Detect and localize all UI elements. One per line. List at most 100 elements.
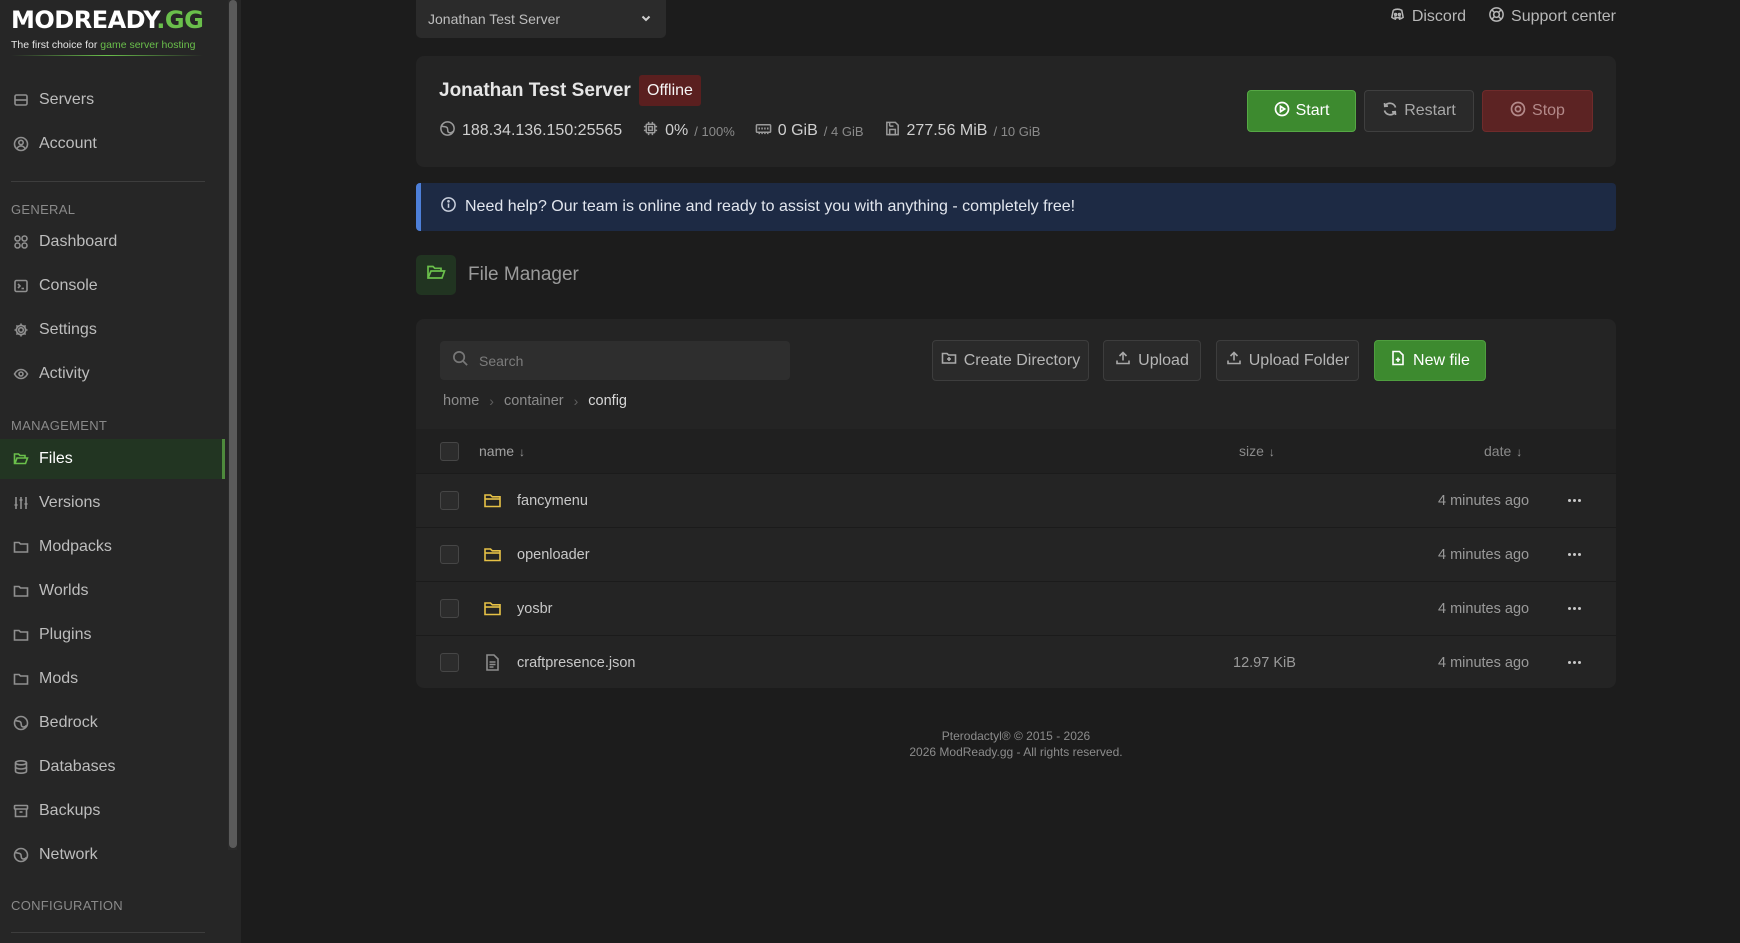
new-file-label: New file — [1413, 351, 1470, 369]
upload-icon — [1115, 350, 1131, 371]
server-stats: 188.34.136.150:25565 0% / 100% 0 GiB / 4… — [439, 120, 1040, 142]
sidebar-item-databases[interactable]: Databases — [0, 747, 225, 787]
sidebar-item-settings[interactable]: Settings — [0, 310, 225, 350]
sidebar-item-servers[interactable]: Servers — [0, 80, 225, 120]
cpu-value: 0% — [665, 122, 689, 139]
more-options-button[interactable] — [1562, 545, 1586, 565]
server-selector-value: Jonathan Test Server — [428, 11, 561, 27]
column-header-date[interactable]: date ↓ — [1484, 443, 1522, 459]
breadcrumb-current: config — [588, 393, 627, 409]
sidebar-item-versions[interactable]: Versions — [0, 483, 225, 523]
sidebar-item-backups[interactable]: Backups — [0, 791, 225, 831]
folder-icon — [483, 599, 502, 618]
row-checkbox[interactable] — [440, 599, 459, 618]
sidebar-item-plugins[interactable]: Plugins — [0, 615, 225, 655]
more-options-button[interactable] — [1562, 491, 1586, 511]
search-box[interactable] — [440, 341, 790, 380]
footer-copyright-pterodactyl: Pterodactyl® © 2015 - 2026 — [941, 729, 1091, 743]
disk-icon — [884, 120, 901, 142]
file-plus-icon — [1390, 350, 1406, 371]
upload-label: Upload — [1138, 351, 1189, 369]
memory-value: 0 GiB — [777, 122, 818, 139]
sidebar-item-mods[interactable]: Mods — [0, 659, 225, 699]
sidebar-item-label: Servers — [39, 91, 95, 108]
chevron-right-icon: › — [489, 393, 494, 409]
file-row[interactable]: openloader 4 minutes ago — [416, 527, 1616, 581]
file-row[interactable]: yosbr 4 minutes ago — [416, 581, 1616, 635]
sidebar-item-worlds[interactable]: Worlds — [0, 571, 225, 611]
sidebar-item-bedrock[interactable]: Bedrock — [0, 703, 225, 743]
cpu-icon — [642, 120, 659, 142]
column-header-size[interactable]: size ↓ — [1239, 443, 1275, 459]
logo-wordmark: MODREADY.GG — [11, 6, 204, 34]
brand-logo[interactable]: MODREADY.GG The first choice for game se… — [11, 6, 204, 56]
sidebar-item-modpacks[interactable]: Modpacks — [0, 527, 225, 567]
sidebar-item-activity[interactable]: Activity — [0, 354, 225, 394]
lifebuoy-icon — [1488, 6, 1505, 28]
stat-address[interactable]: 188.34.136.150:25565 — [439, 120, 622, 142]
search-icon — [452, 350, 469, 372]
globe-icon — [12, 715, 29, 732]
file-row[interactable]: fancymenu 4 minutes ago — [416, 473, 1616, 527]
sidebar-item-label: Worlds — [39, 582, 89, 599]
sidebar-divider — [11, 181, 205, 182]
chevron-right-icon: › — [573, 393, 579, 409]
upload-folder-button[interactable]: Upload Folder — [1216, 340, 1359, 381]
sidebar-item-account[interactable]: Account — [0, 124, 225, 164]
disk-value: 277.56 MiB — [906, 122, 988, 139]
row-checkbox[interactable] — [440, 545, 459, 564]
file-manager-icon-box — [416, 255, 456, 295]
sidebar-item-network[interactable]: Network — [0, 835, 225, 875]
section-label-general: GENERAL — [11, 202, 76, 217]
sidebar-item-label: Modpacks — [39, 538, 112, 555]
help-banner-text: Need help? Our team is online and ready … — [465, 198, 1076, 215]
info-icon — [440, 196, 457, 218]
file-text-icon — [483, 653, 502, 672]
restart-button[interactable]: Restart — [1364, 90, 1474, 132]
breadcrumb-home[interactable]: home — [443, 393, 479, 409]
stop-button[interactable]: Stop — [1482, 90, 1593, 132]
stat-cpu: 0% / 100% — [642, 120, 735, 142]
footer-copyright-modready: 2026 ModReady.gg - All rights reserved. — [909, 745, 1123, 759]
breadcrumb-container[interactable]: container — [504, 393, 564, 409]
more-options-button[interactable] — [1562, 599, 1586, 619]
sidebar-item-label: Databases — [39, 758, 116, 775]
sidebar-item-console[interactable]: Console — [0, 266, 225, 306]
select-all-checkbox[interactable] — [440, 441, 459, 461]
help-banner: Need help? Our team is online and ready … — [416, 183, 1616, 231]
gear-icon — [12, 322, 29, 339]
ellipsis-icon — [1567, 607, 1581, 610]
more-options-button[interactable] — [1562, 653, 1586, 673]
row-checkbox[interactable] — [440, 491, 459, 510]
logo-tagline: The first choice for game server hosting — [11, 39, 196, 51]
sidebar-scrollbar-thumb[interactable] — [229, 0, 237, 848]
stop-circle-icon — [1510, 101, 1526, 122]
breadcrumb: home › container › config — [443, 393, 627, 409]
sidebar-item-label: Account — [39, 135, 97, 152]
support-center-link[interactable]: Support center — [1488, 6, 1616, 28]
sidebar-item-files[interactable]: Files — [0, 439, 225, 479]
start-button[interactable]: Start — [1247, 90, 1356, 132]
memory-limit: / 4 GiB — [823, 123, 864, 139]
server-selector[interactable]: Jonathan Test Server — [416, 0, 666, 38]
sidebar: MODREADY.GG The first choice for game se… — [0, 0, 241, 943]
create-directory-button[interactable]: Create Directory — [932, 340, 1089, 381]
discord-link[interactable]: Discord — [1389, 6, 1466, 28]
sidebar-item-dashboard[interactable]: Dashboard — [0, 222, 225, 262]
row-checkbox[interactable] — [440, 653, 459, 672]
search-input[interactable] — [479, 352, 769, 369]
upload-folder-label: Upload Folder — [1248, 351, 1350, 369]
column-header-name[interactable]: name ↓ — [479, 443, 525, 459]
sliders-icon — [12, 495, 29, 512]
folder-icon — [12, 539, 29, 556]
sidebar-item-label: Network — [39, 846, 98, 863]
sidebar-item-label: Bedrock — [39, 714, 98, 731]
upload-button[interactable]: Upload — [1103, 340, 1201, 381]
logo-underline — [11, 55, 203, 56]
ellipsis-icon — [1567, 499, 1581, 502]
stop-button-label: Stop — [1532, 102, 1565, 119]
new-file-button[interactable]: New file — [1374, 340, 1486, 381]
stat-disk: 277.56 MiB / 10 GiB — [884, 120, 1040, 142]
file-row[interactable]: craftpresence.json 12.97 KiB 4 minutes a… — [416, 635, 1616, 688]
sidebar-item-label: Plugins — [39, 626, 92, 643]
